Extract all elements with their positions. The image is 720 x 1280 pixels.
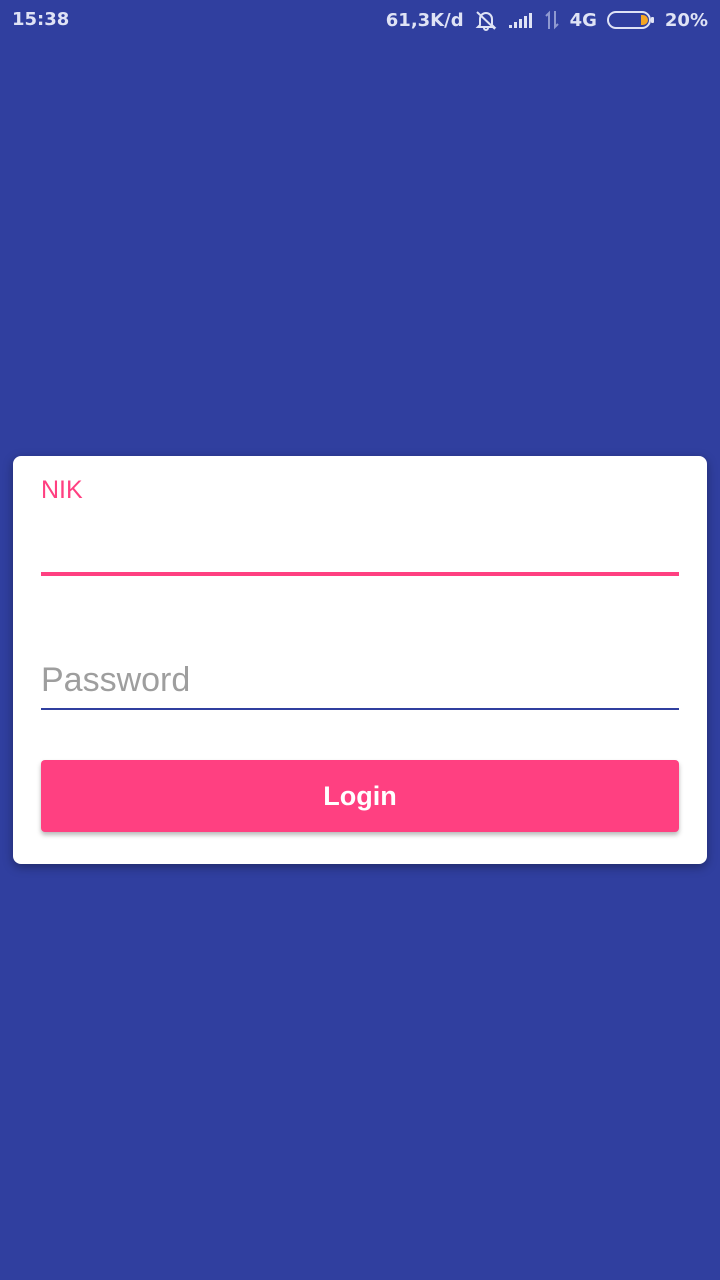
nik-label: NIK — [41, 476, 83, 504]
status-time: 15:38 — [12, 9, 70, 30]
alarm-off-icon — [474, 9, 498, 31]
signal-icon — [508, 11, 534, 29]
status-bar: 15:38 61,3K/d 4G 20% — [0, 0, 720, 40]
nik-input[interactable] — [41, 516, 679, 576]
status-icons: 61,3K/d 4G 20% — [386, 8, 708, 32]
login-button[interactable]: Login — [41, 760, 679, 832]
data-transfer-icon — [544, 10, 560, 30]
network-speed: 61,3K/d — [385, 9, 464, 31]
battery-icon — [606, 10, 655, 30]
password-input[interactable] — [41, 652, 679, 710]
network-type: 4G — [569, 9, 597, 31]
login-card: NIK Login — [13, 456, 707, 864]
battery-percent: 20% — [664, 9, 708, 31]
